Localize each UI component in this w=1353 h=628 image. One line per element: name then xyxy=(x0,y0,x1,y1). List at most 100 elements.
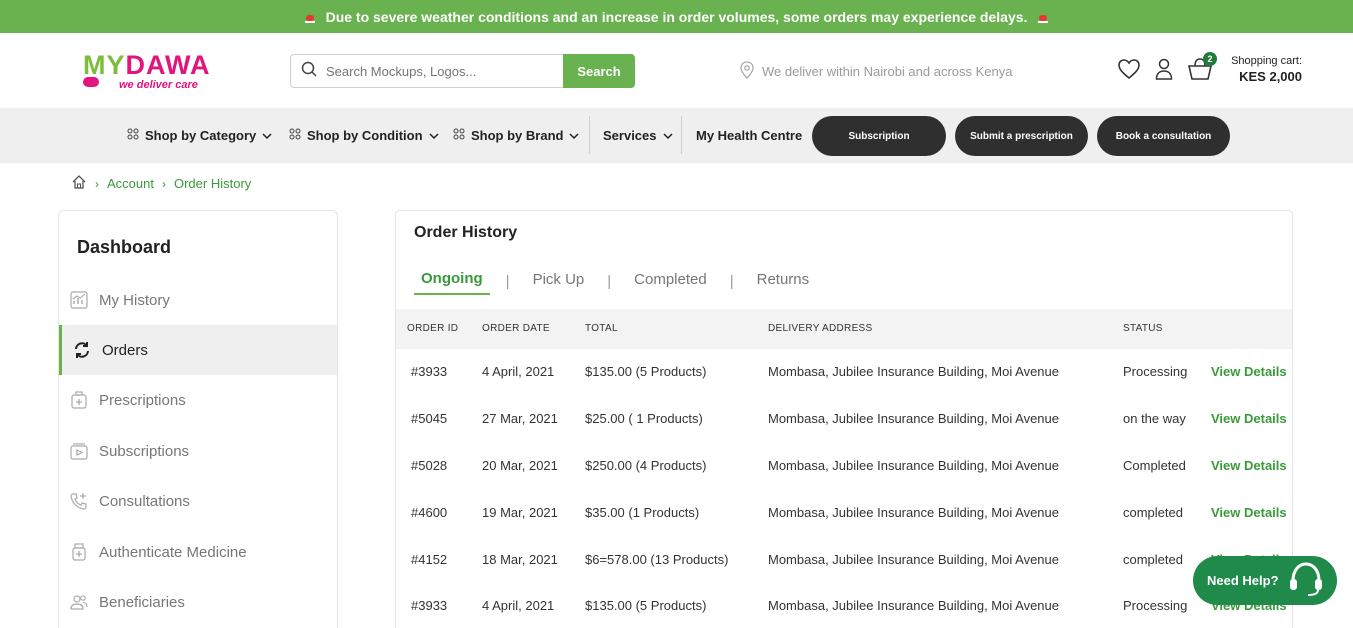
panel-title: Order History xyxy=(414,224,518,241)
order-status: Processing xyxy=(1123,364,1188,379)
order-id: #4152 xyxy=(411,552,448,567)
need-help-button[interactable]: Need Help? xyxy=(1193,556,1337,605)
wishlist-heart-icon[interactable] xyxy=(1117,58,1141,85)
table-row: #5028 20 Mar, 2021 $250.00 (4 Products) … xyxy=(396,443,1292,490)
cart-amount: KES 2,000 xyxy=(1239,69,1302,84)
order-total: $135.00 (5 Products) xyxy=(585,364,707,379)
order-address: Mombasa, Jubilee Insurance Building, Moi… xyxy=(768,411,1059,426)
orders-table-header: ORDER ID ORDER DATE TOTAL DELIVERY ADDRE… xyxy=(396,309,1292,349)
mydawa-logo[interactable]: MYDAWA we deliver care xyxy=(83,51,213,97)
column-order-id: ORDER ID xyxy=(407,323,459,334)
logo-my: MY xyxy=(83,50,126,80)
user-account-icon[interactable] xyxy=(1155,58,1173,85)
home-icon[interactable] xyxy=(71,174,87,193)
cart-summary[interactable]: Shopping cart: KES 2,000 xyxy=(1222,55,1302,84)
order-address: Mombasa, Jubilee Insurance Building, Moi… xyxy=(768,458,1059,473)
table-row: #5045 27 Mar, 2021 $25.00 ( 1 Products) … xyxy=(396,396,1292,443)
sidebar-item-label: Authenticate Medicine xyxy=(99,543,247,561)
search-input[interactable] xyxy=(326,63,546,79)
nav-shop-by-condition[interactable]: Shop by Condition xyxy=(289,108,439,163)
sidebar-item-label: My History xyxy=(99,291,170,309)
need-help-label: Need Help? xyxy=(1207,573,1279,588)
phone-plus-icon xyxy=(69,491,89,511)
order-status: on the way xyxy=(1123,411,1186,426)
alarm-icon xyxy=(304,11,316,23)
site-header: MYDAWA we deliver care Search We deliver… xyxy=(0,33,1353,108)
chevron-down-icon xyxy=(569,128,579,143)
tab-completed[interactable]: Completed xyxy=(627,269,714,294)
order-status: Processing xyxy=(1123,598,1188,613)
order-date: 4 April, 2021 xyxy=(482,598,555,613)
view-details-link[interactable]: View Details xyxy=(1211,364,1287,379)
nav-services[interactable]: Services xyxy=(603,108,673,163)
order-history-panel: Order History Ongoing | Pick Up | Comple… xyxy=(395,210,1293,628)
order-address: Mombasa, Jubilee Insurance Building, Moi… xyxy=(768,598,1059,613)
view-details-link[interactable]: View Details xyxy=(1211,505,1287,520)
order-total: $135.00 (5 Products) xyxy=(585,598,707,613)
nav-shop-by-brand[interactable]: Shop by Brand xyxy=(453,108,579,163)
nav-my-health-centre[interactable]: My Health Centre xyxy=(696,108,802,163)
cart-label: Shopping cart: xyxy=(1231,55,1302,67)
search-field[interactable] xyxy=(290,54,563,88)
table-row: #3933 4 April, 2021 $135.00 (5 Products)… xyxy=(396,349,1292,396)
view-details-link[interactable]: View Details xyxy=(1211,411,1287,426)
main-nav: Shop by Category Shop by Condition Shop … xyxy=(0,108,1353,163)
sidebar-item-my-history[interactable]: My History xyxy=(59,275,337,325)
order-id: #5045 xyxy=(411,411,448,426)
logo-tagline: we deliver care xyxy=(119,79,198,91)
order-address: Mombasa, Jubilee Insurance Building, Moi… xyxy=(768,552,1059,567)
announcement-banner: Due to severe weather conditions and an … xyxy=(0,0,1353,33)
table-row: #4600 19 Mar, 2021 $35.00 (1 Products) M… xyxy=(396,490,1292,537)
view-details-link[interactable]: View Details xyxy=(1211,458,1287,473)
nav-divider xyxy=(681,116,682,154)
breadcrumb-order-history[interactable]: Order History xyxy=(174,176,251,191)
refresh-icon xyxy=(72,340,92,360)
tab-divider: | xyxy=(729,273,734,290)
sidebar-item-consultations[interactable]: Consultations xyxy=(59,476,337,526)
sidebar-item-label: Subscriptions xyxy=(99,442,190,460)
sidebar-item-prescriptions[interactable]: Prescriptions xyxy=(59,375,337,425)
tab-divider: | xyxy=(505,273,510,290)
tab-ongoing[interactable]: Ongoing xyxy=(414,268,490,295)
chevron-down-icon xyxy=(429,128,439,143)
chevron-down-icon xyxy=(662,128,673,143)
sidebar-item-label: Prescriptions xyxy=(99,391,186,409)
location-pin-icon xyxy=(740,61,754,82)
nav-label: My Health Centre xyxy=(696,128,803,143)
order-address: Mombasa, Jubilee Insurance Building, Moi… xyxy=(768,505,1059,520)
subscription-button[interactable]: Subscription xyxy=(812,116,946,156)
submit-prescription-button[interactable]: Submit a prescription xyxy=(955,116,1088,156)
order-date: 18 Mar, 2021 xyxy=(482,552,558,567)
chevron-down-icon xyxy=(262,128,272,143)
sidebar-item-authenticate-medicine[interactable]: Authenticate Medicine xyxy=(59,527,337,577)
breadcrumb: › Account › Order History xyxy=(71,174,251,193)
medicine-icon xyxy=(69,542,89,562)
nav-label: Shop by Brand xyxy=(471,128,564,143)
tab-returns[interactable]: Returns xyxy=(750,269,817,294)
grid-icon xyxy=(127,128,139,143)
logo-dawa: DAWA xyxy=(125,50,211,80)
column-delivery-address: DELIVERY ADDRESS xyxy=(768,323,873,334)
order-total: $250.00 (4 Products) xyxy=(585,458,707,473)
order-total: $6=578.00 (13 Products) xyxy=(585,552,729,567)
grid-icon xyxy=(453,128,465,143)
sidebar-item-subscriptions[interactable]: Subscriptions xyxy=(59,426,337,476)
order-total: $35.00 (1 Products) xyxy=(585,505,700,520)
order-total: $25.00 ( 1 Products) xyxy=(585,411,703,426)
tab-pick-up[interactable]: Pick Up xyxy=(526,269,592,294)
order-address: Mombasa, Jubilee Insurance Building, Moi… xyxy=(768,364,1059,379)
book-consultation-button[interactable]: Book a consultation xyxy=(1097,116,1230,156)
logo-wordmark: MYDAWA xyxy=(83,51,213,79)
nav-label: Services xyxy=(603,128,657,143)
users-icon xyxy=(69,592,89,612)
sidebar-item-beneficiaries[interactable]: Beneficiaries xyxy=(59,577,337,627)
breadcrumb-account[interactable]: Account xyxy=(107,176,154,191)
order-tabs: Ongoing | Pick Up | Completed | Returns xyxy=(414,268,816,295)
sidebar-item-orders[interactable]: Orders xyxy=(59,325,337,375)
nav-shop-by-category[interactable]: Shop by Category xyxy=(127,108,272,163)
medkit-icon xyxy=(69,390,89,410)
order-id: #3933 xyxy=(411,364,448,379)
order-date: 27 Mar, 2021 xyxy=(482,411,558,426)
shopping-cart-icon[interactable]: 2 xyxy=(1187,52,1217,86)
search-button[interactable]: Search xyxy=(563,54,635,88)
